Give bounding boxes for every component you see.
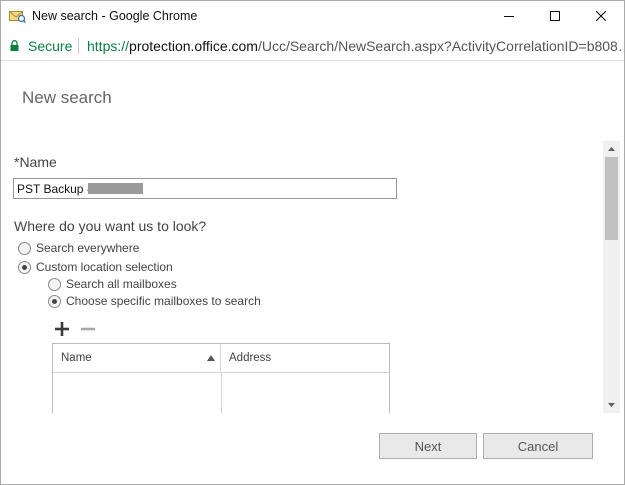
column-header-name[interactable]: Name <box>53 344 221 372</box>
minimize-button[interactable] <box>486 1 532 31</box>
scroll-up-button[interactable] <box>603 141 620 157</box>
mailbox-table: Name Address <box>52 343 390 414</box>
radio-search-everywhere[interactable]: Search everywhere <box>18 241 139 255</box>
next-button[interactable]: Next <box>379 433 477 459</box>
lock-icon <box>10 40 19 51</box>
radio-choose-specific-mailboxes[interactable]: Choose specific mailboxes to search <box>48 294 261 308</box>
location-question: Where do you want us to look? <box>14 218 207 234</box>
table-header: Name Address <box>53 344 389 373</box>
scroll-down-button[interactable] <box>603 397 620 413</box>
address-bar[interactable]: Secure https://protection.office.com/Ucc… <box>1 31 624 61</box>
cancel-button[interactable]: Cancel <box>483 433 593 459</box>
sort-ascending-icon <box>207 355 215 361</box>
radio-label: Custom location selection <box>36 260 173 274</box>
close-icon <box>596 11 606 21</box>
minus-icon <box>81 327 95 331</box>
vertical-scrollbar[interactable] <box>603 141 620 413</box>
scroll-thumb[interactable] <box>605 157 618 240</box>
name-input[interactable] <box>13 178 397 199</box>
maximize-button[interactable] <box>532 1 578 31</box>
name-label: *Name <box>14 154 57 170</box>
page-title: New search <box>22 88 112 107</box>
url-scheme: https:// <box>87 38 130 54</box>
remove-mailbox-button[interactable] <box>80 321 96 337</box>
redacted-text <box>88 183 143 194</box>
url-host: protection.office.com <box>129 38 258 54</box>
envelope-search-icon <box>9 11 26 23</box>
column-header-label: Address <box>229 352 272 364</box>
radio-button[interactable] <box>18 241 31 255</box>
column-header-address[interactable]: Address <box>221 344 389 372</box>
radio-search-all-mailboxes[interactable]: Search all mailboxes <box>48 277 177 291</box>
maximize-icon <box>550 11 560 21</box>
window-title: New search - Google Chrome <box>32 9 198 23</box>
title-bar: New search - Google Chrome <box>1 1 624 31</box>
close-button[interactable] <box>578 1 624 31</box>
address-separator <box>78 38 79 54</box>
scroll-up-arrow-icon <box>608 147 615 151</box>
radio-label: Search everywhere <box>36 241 140 255</box>
add-mailbox-button[interactable] <box>54 321 70 337</box>
column-divider <box>221 373 222 414</box>
url-path: /Ucc/Search/NewSearch.aspx?ActivityCorre… <box>257 38 624 54</box>
url-text[interactable]: https://protection.office.com/Ucc/Search… <box>87 38 624 54</box>
radio-button[interactable] <box>18 260 31 274</box>
radio-custom-location[interactable]: Custom location selection <box>18 260 173 274</box>
secure-label: Secure <box>28 38 73 54</box>
minimize-icon <box>504 16 514 17</box>
radio-button[interactable] <box>48 294 61 308</box>
plus-icon <box>55 322 69 336</box>
column-header-label: Name <box>61 352 92 364</box>
browser-window: New search - Google Chrome Secure https:… <box>0 0 625 485</box>
radio-label: Choose specific mailboxes to search <box>66 294 261 308</box>
radio-label: Search all mailboxes <box>66 277 177 291</box>
scroll-down-arrow-icon <box>608 403 615 407</box>
radio-button[interactable] <box>48 277 61 291</box>
